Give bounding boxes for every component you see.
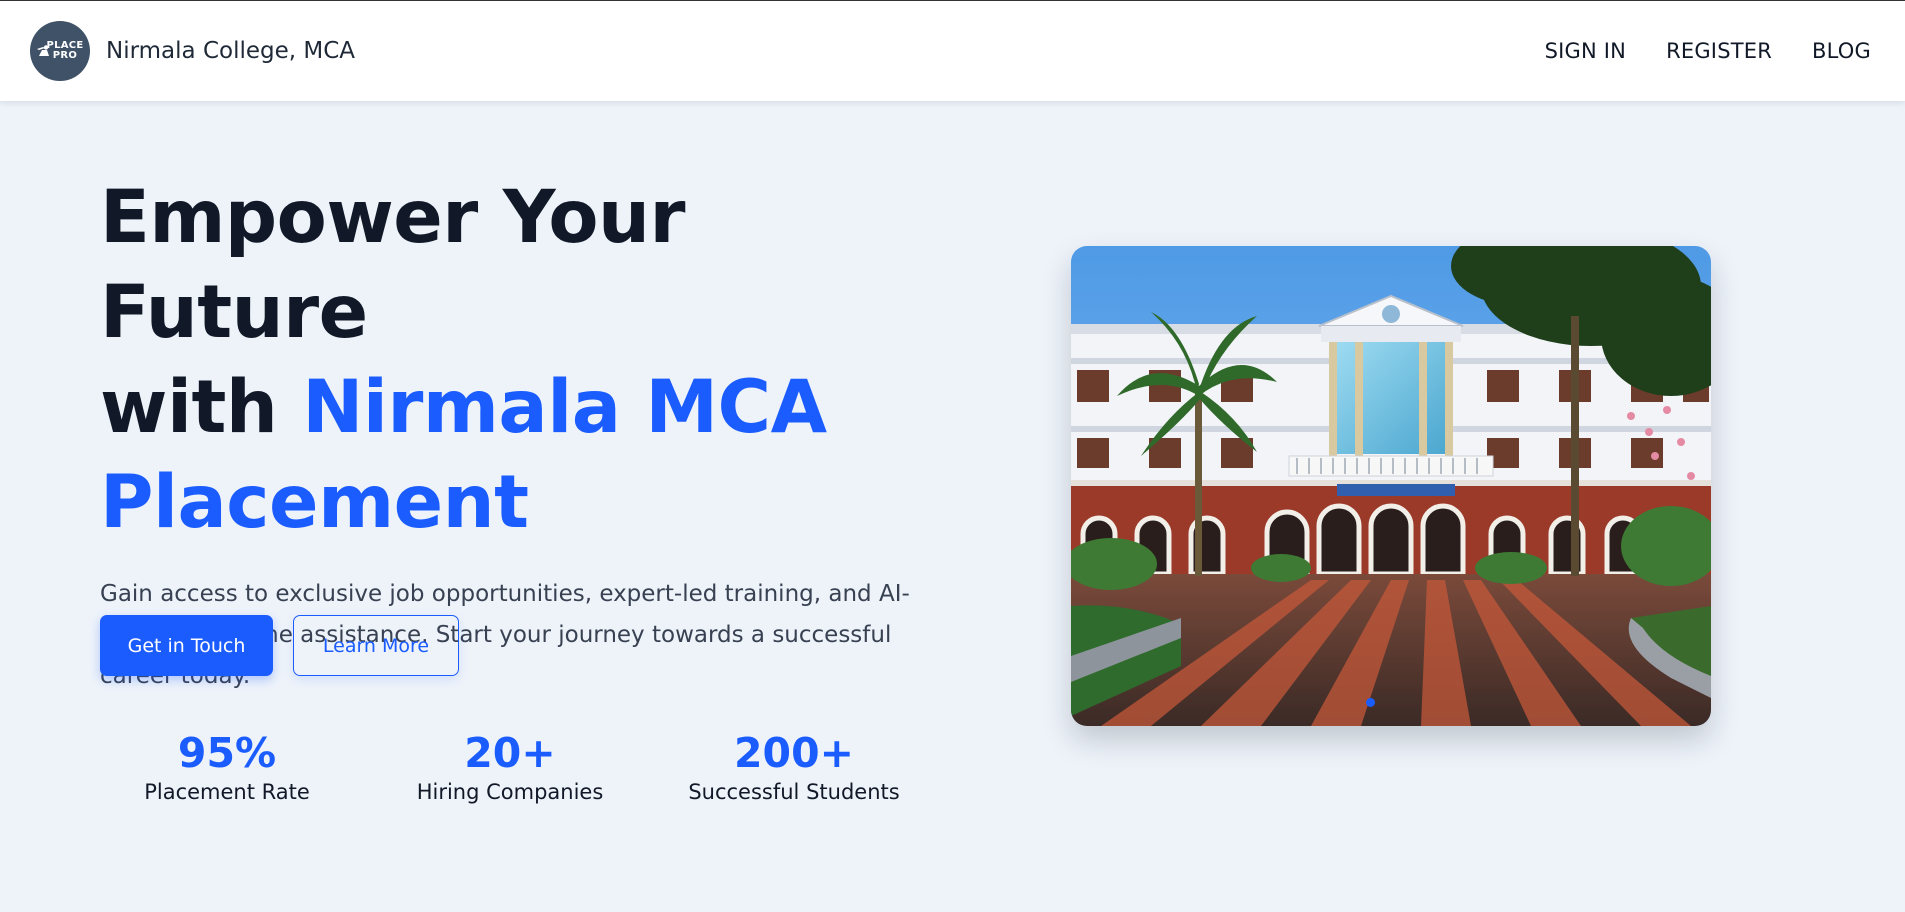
hero-title-with: with bbox=[100, 365, 303, 450]
main-nav: SIGN IN REGISTER BLOG bbox=[1545, 39, 1871, 63]
hero-image-carousel[interactable] bbox=[1071, 246, 1711, 726]
nav-blog-link[interactable]: BLOG bbox=[1812, 39, 1871, 63]
logo-text-bottom: PRO bbox=[52, 50, 78, 61]
college-logo-icon[interactable]: PLACE PRO bbox=[30, 21, 90, 81]
carousel-indicator-dot-active[interactable] bbox=[1366, 698, 1375, 707]
stat-hiring-companies: 20+ Hiring Companies bbox=[417, 728, 604, 806]
nav-sign-in-link[interactable]: SIGN IN bbox=[1545, 39, 1626, 63]
brand-name[interactable]: Nirmala College, MCA bbox=[106, 38, 355, 64]
stat-successful-students: 200+ Successful Students bbox=[688, 728, 899, 806]
page: PLACE PRO Nirmala College, MCA SIGN IN R… bbox=[0, 0, 1905, 912]
stat-value: 20+ bbox=[464, 729, 556, 777]
hero-title-accent-placement: Placement bbox=[100, 460, 529, 545]
stats-row: 95% Placement Rate 20+ Hiring Companies … bbox=[100, 728, 940, 808]
stat-placement-rate: 95% Placement Rate bbox=[144, 728, 310, 806]
nav-register-link[interactable]: REGISTER bbox=[1666, 39, 1772, 63]
graduate-figure-icon bbox=[37, 45, 49, 56]
stat-label: Placement Rate bbox=[144, 780, 310, 804]
learn-more-button[interactable]: Learn More bbox=[293, 615, 459, 676]
top-navbar: PLACE PRO Nirmala College, MCA SIGN IN R… bbox=[0, 1, 1905, 101]
brand[interactable]: PLACE PRO Nirmala College, MCA bbox=[30, 21, 355, 81]
college-building-photo bbox=[1071, 246, 1711, 726]
stat-label: Successful Students bbox=[688, 780, 900, 804]
hero-title: Empower Your Future with Nirmala MCA Pla… bbox=[100, 170, 940, 550]
hero-title-accent-college: Nirmala MCA bbox=[302, 365, 827, 450]
hero-title-line1: Empower Your Future bbox=[100, 175, 686, 355]
stat-value: 95% bbox=[177, 729, 277, 777]
get-in-touch-button[interactable]: Get in Touch bbox=[100, 615, 273, 676]
stat-label: Hiring Companies bbox=[416, 780, 604, 804]
hero-cta-row: Get in Touch Learn More bbox=[100, 615, 459, 676]
stat-value: 200+ bbox=[734, 729, 854, 777]
